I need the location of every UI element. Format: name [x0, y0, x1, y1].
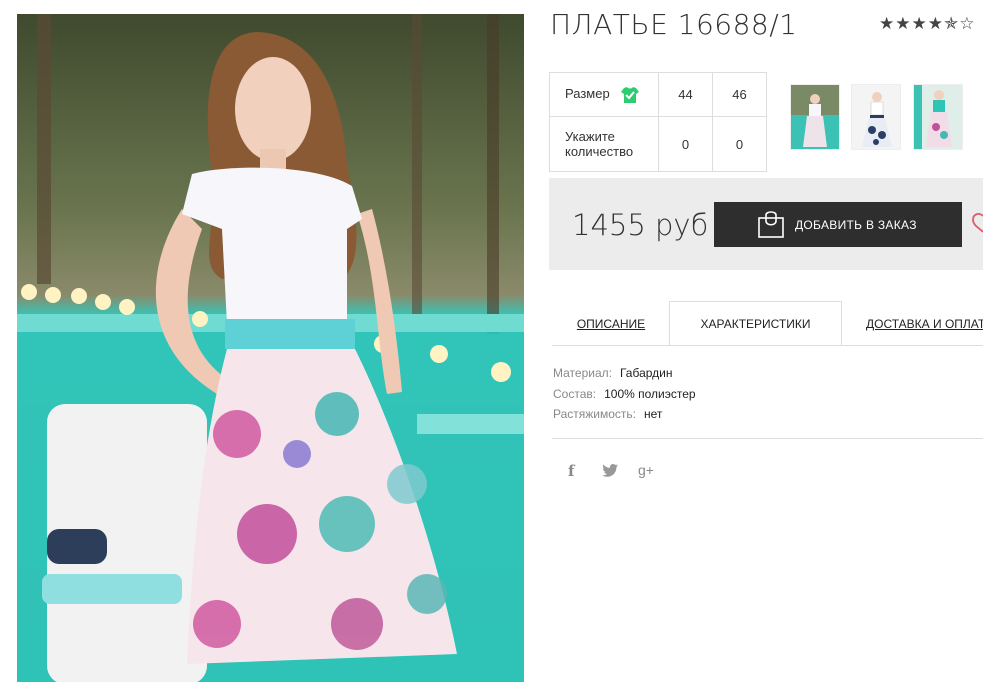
tab-characteristics[interactable]: ХАРАКТЕРИСТИКИ — [669, 301, 842, 346]
heart-icon[interactable] — [971, 212, 983, 239]
tab-delivery-label: ДОСТАВКА И ОПЛАТА — [866, 316, 983, 331]
section-divider — [552, 438, 983, 439]
spec-material-key: Материал: — [553, 366, 612, 380]
tab-description-label: ОПИСАНИЕ — [576, 316, 646, 331]
spec-material-value: Габардин — [619, 366, 673, 380]
product-tabs: ОПИСАНИЕ ХАРАКТЕРИСТИКИ ДОСТАВКА И ОПЛАТ… — [552, 301, 983, 346]
spec-stretch-value: нет — [644, 407, 663, 421]
spec-composition-key: Состав: — [553, 386, 597, 401]
spec-material: Материал: Габардин — [553, 363, 696, 384]
size-46[interactable]: 46 — [712, 72, 767, 117]
spec-composition-value: 100% полиэстер — [604, 386, 696, 401]
google-plus-icon[interactable]: g+ — [638, 462, 654, 478]
product-title: ПЛАТЬЕ 16688/1 — [550, 8, 798, 41]
tab-characteristics-label: ХАРАКТЕРИСТИКИ — [700, 317, 811, 331]
size-44[interactable]: 44 — [658, 72, 713, 117]
shopping-bag-icon — [758, 210, 784, 241]
tshirt-check-icon — [621, 86, 640, 103]
rating-stars[interactable]: ★★★★✯☆ — [879, 14, 975, 34]
thumbnail-1[interactable] — [790, 84, 840, 150]
tab-description[interactable]: ОПИСАНИЕ — [552, 301, 670, 346]
size-label-cell: Размер — [549, 72, 659, 117]
size-quantity-table: Размер 44 46 Укажите количество 0 0 — [549, 72, 767, 172]
add-to-order-label: ДОБАВИТЬ В ЗАКАЗ — [795, 217, 917, 232]
quantity-label: Укажите количество — [549, 116, 659, 172]
quantity-input-46[interactable]: 0 — [712, 116, 767, 172]
price-bar: 1455 руб ДОБАВИТЬ В ЗАКАЗ — [549, 178, 983, 270]
thumbnail-2[interactable] — [851, 84, 901, 150]
quantity-input-44[interactable]: 0 — [658, 116, 713, 172]
add-to-order-button[interactable]: ДОБАВИТЬ В ЗАКАЗ — [714, 202, 962, 247]
tab-delivery[interactable]: ДОСТАВКА И ОПЛАТА — [841, 301, 983, 346]
spec-stretch-key: Растяжимость: — [553, 407, 637, 421]
twitter-icon[interactable] — [602, 464, 618, 481]
facebook-icon[interactable]: f — [568, 462, 574, 480]
thumbnail-3[interactable] — [913, 84, 963, 150]
tabs-divider — [552, 345, 983, 346]
characteristics-list: Материал: Габардин Состав: 100% полиэстер … — [553, 363, 696, 425]
product-price: 1455 руб — [572, 208, 709, 242]
spec-stretch: Растяжимость: нет — [553, 404, 696, 425]
size-label: Размер — [565, 86, 610, 102]
product-main-image[interactable] — [17, 14, 524, 682]
spec-composition: Состав: 100% полиэстер — [553, 384, 696, 405]
